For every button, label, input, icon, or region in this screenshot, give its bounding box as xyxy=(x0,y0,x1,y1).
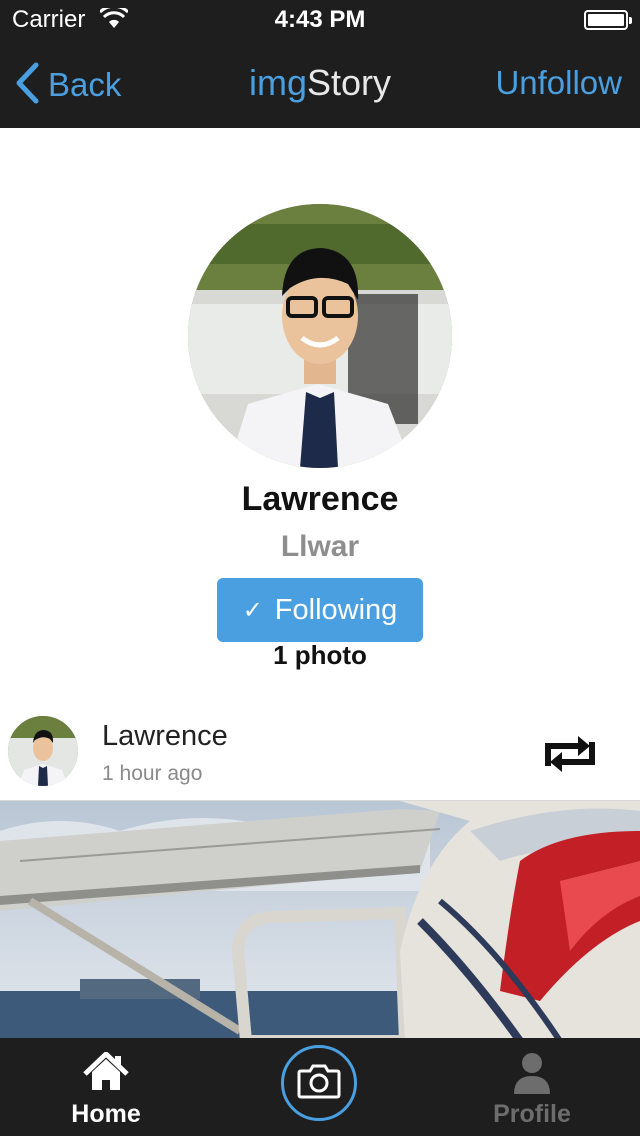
status-bar: Carrier 4:43 PM xyxy=(0,0,640,40)
tab-home[interactable]: Home xyxy=(46,1038,166,1136)
battery-icon xyxy=(584,10,632,30)
top-bar: Carrier 4:43 PM Back imgStory Unfollow xyxy=(0,0,640,128)
person-icon xyxy=(472,1052,592,1094)
tab-profile[interactable]: Profile xyxy=(472,1038,592,1136)
post-author-name[interactable]: Lawrence xyxy=(102,720,228,753)
profile-avatar xyxy=(188,204,452,468)
post-photo[interactable] xyxy=(0,801,640,1041)
following-button[interactable]: ✓ Following xyxy=(217,578,423,642)
repost-icon[interactable] xyxy=(538,734,602,774)
post-author-avatar[interactable] xyxy=(8,716,78,786)
following-label: Following xyxy=(274,593,398,626)
profile-name: Lawrence xyxy=(241,480,399,518)
tab-home-label: Home xyxy=(71,1100,141,1128)
camera-button[interactable] xyxy=(281,1045,357,1121)
home-icon xyxy=(46,1052,166,1092)
photo-count: 1 photo xyxy=(273,640,367,670)
check-icon: ✓ xyxy=(242,596,263,624)
tab-profile-label: Profile xyxy=(493,1100,571,1128)
profile-username: Llwar xyxy=(280,530,360,563)
unfollow-button[interactable]: Unfollow xyxy=(495,64,622,102)
clock: 4:43 PM xyxy=(274,6,366,33)
app-title-part2: Story xyxy=(306,62,392,103)
app-title-part1: img xyxy=(248,62,307,103)
camera-icon xyxy=(297,1063,341,1104)
post-timestamp: 1 hour ago xyxy=(102,762,203,785)
